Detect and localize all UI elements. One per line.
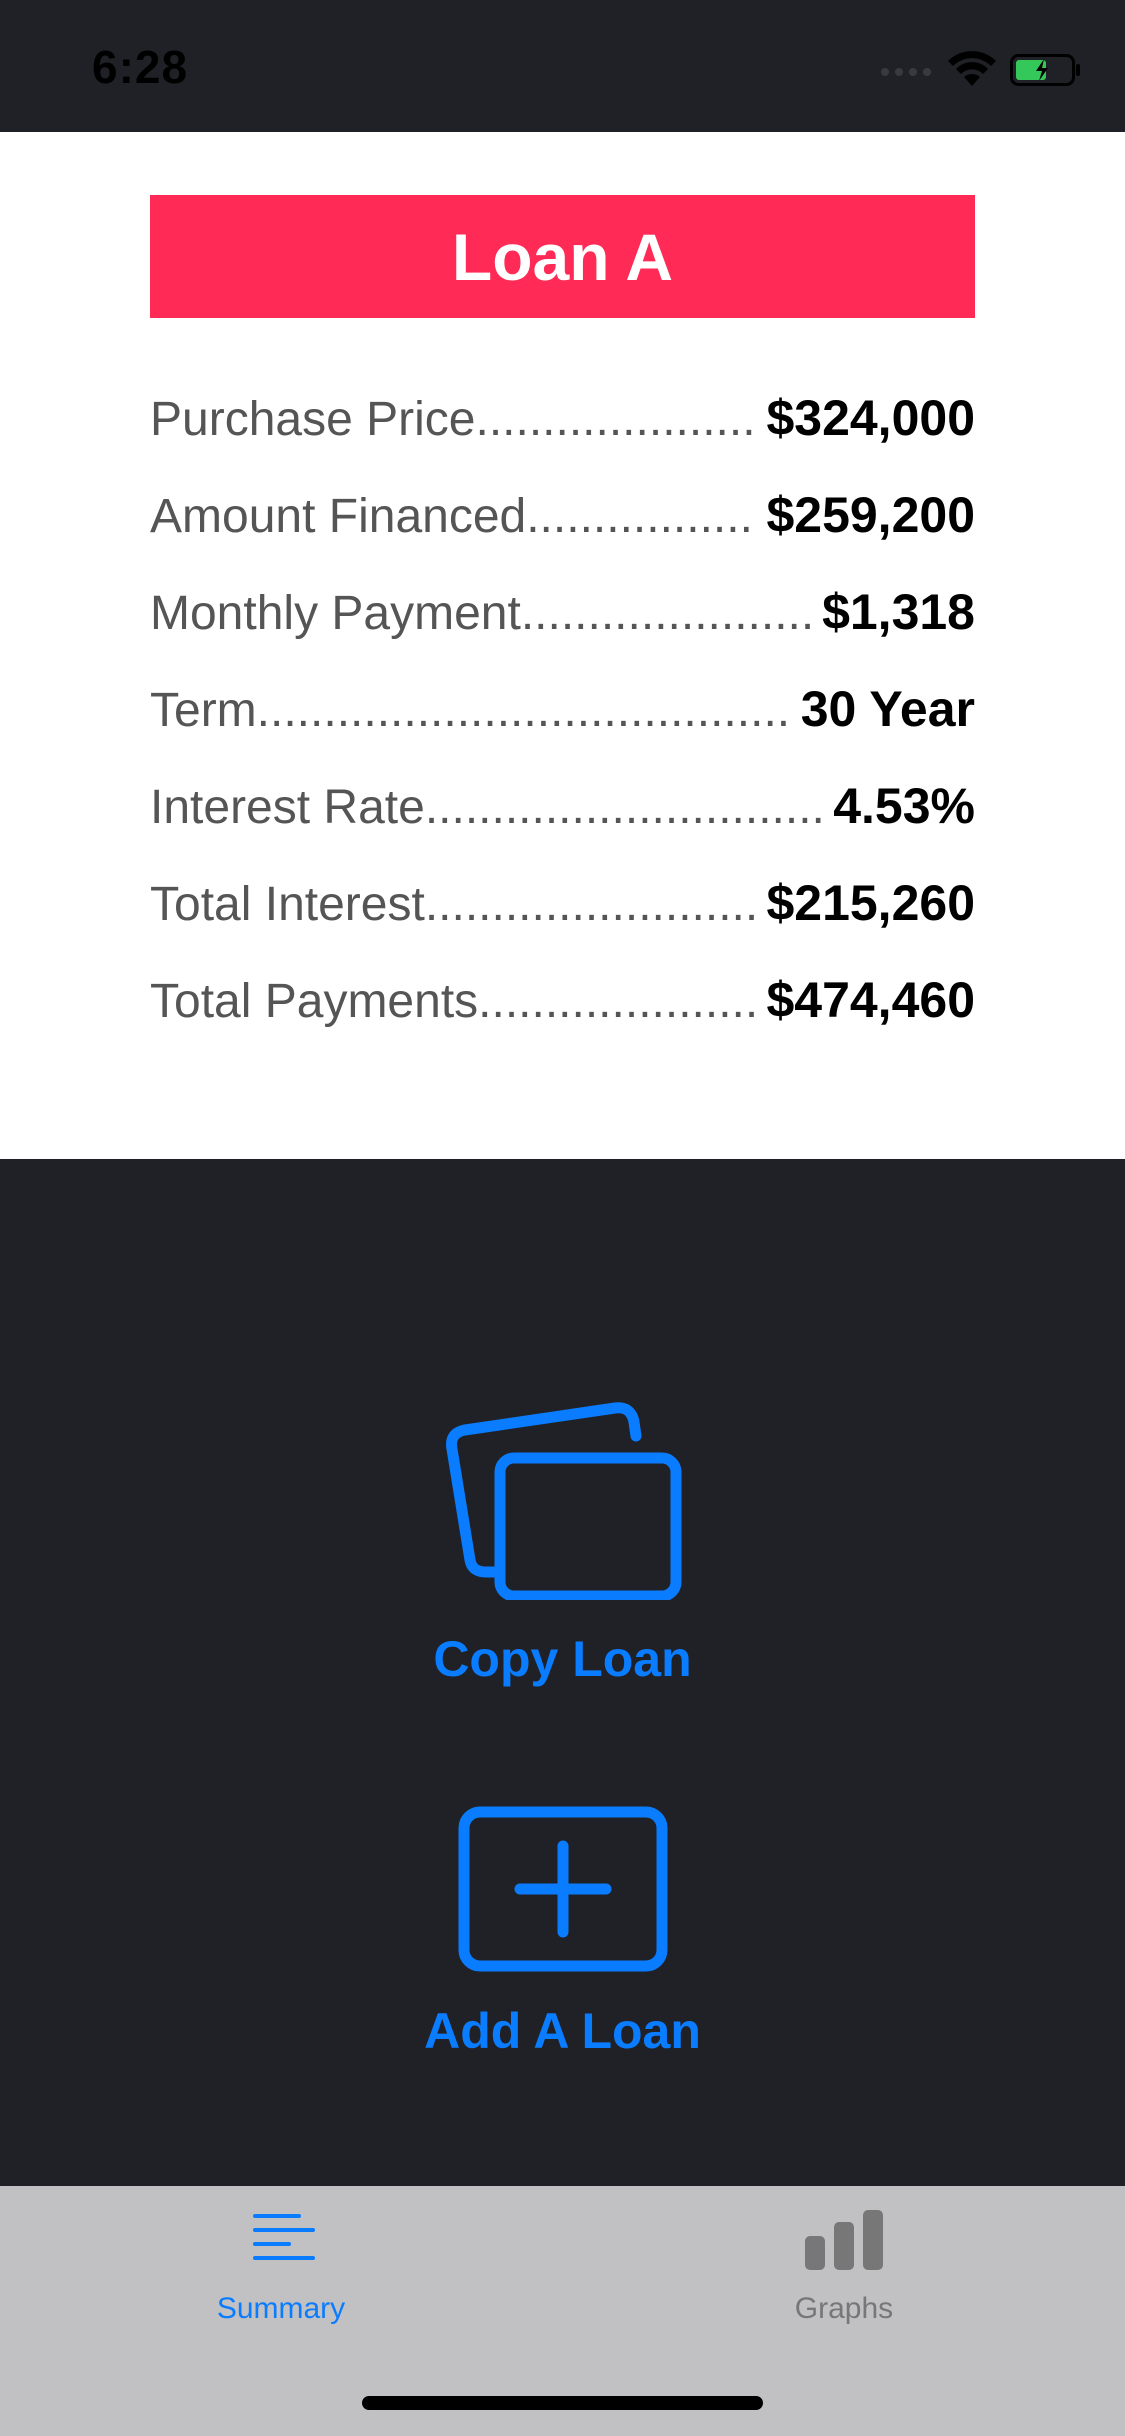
copy-loan-label: Copy Loan [433, 1631, 692, 1687]
dot-leader [425, 856, 757, 952]
copy-loan-button[interactable]: Copy Loan [0, 1400, 1125, 1688]
dot-leader [425, 759, 823, 855]
plus-square-icon [458, 1806, 667, 1972]
detail-row-purchase-price: Purchase Price $324,000 [150, 370, 975, 467]
detail-label: Total Payments [150, 975, 479, 1028]
detail-row-total-payments: Total Payments $474,460 [150, 952, 975, 1049]
tab-graphs-label: Graphs [794, 2292, 894, 2325]
tab-graphs[interactable]: Graphs [719, 2208, 969, 2326]
tab-bar: Summary Graphs [0, 2186, 1125, 2436]
bar-chart-icon [805, 2210, 883, 2270]
detail-value: 30 Year [800, 681, 975, 737]
loan-detail-list: Purchase Price $324,000 Amount Financed … [150, 370, 975, 1049]
detail-value: $324,000 [766, 390, 975, 446]
detail-row-interest-rate: Interest Rate 4.53% [150, 758, 975, 855]
dot-leader [521, 565, 812, 661]
copy-cards-icon [445, 1402, 681, 1600]
text-align-left-icon [253, 2214, 315, 2260]
tab-summary-label: Summary [216, 2292, 346, 2325]
loan-title-bar: Loan A [150, 195, 975, 318]
detail-value: $1,318 [822, 584, 975, 640]
dot-leader [526, 468, 756, 564]
detail-row-monthly-payment: Monthly Payment $1,318 [150, 564, 975, 661]
dot-leader [478, 953, 756, 1049]
add-loan-label: Add A Loan [424, 2003, 701, 2059]
detail-label: Amount Financed [150, 490, 527, 543]
detail-row-total-interest: Total Interest $215,260 [150, 855, 975, 952]
home-indicator [362, 2396, 763, 2410]
detail-row-amount-financed: Amount Financed $259,200 [150, 467, 975, 564]
dot-leader [257, 662, 791, 758]
detail-label: Interest Rate [150, 781, 425, 834]
detail-label: Term [150, 684, 257, 737]
signal-dots-icon [881, 68, 931, 76]
detail-value: $259,200 [766, 487, 975, 543]
battery-charging-icon [1010, 54, 1080, 86]
add-loan-button[interactable]: Add A Loan [0, 1806, 1125, 2060]
detail-value: 4.53% [833, 778, 975, 834]
tab-summary[interactable]: Summary [156, 2208, 406, 2326]
detail-value: $215,260 [766, 875, 975, 931]
detail-value: $474,460 [766, 972, 975, 1028]
loan-summary-card: Loan A Purchase Price $324,000 Amount Fi… [0, 132, 1125, 1159]
detail-label: Monthly Payment [150, 587, 521, 640]
detail-label: Purchase Price [150, 393, 476, 446]
detail-row-term: Term 30 Year [150, 661, 975, 758]
dot-leader [475, 371, 756, 467]
loan-title: Loan A [451, 219, 674, 294]
status-bar: 6:28 [0, 0, 1125, 132]
wifi-icon [948, 51, 996, 86]
status-time: 6:28 [92, 41, 189, 93]
detail-label: Total Interest [150, 878, 425, 931]
